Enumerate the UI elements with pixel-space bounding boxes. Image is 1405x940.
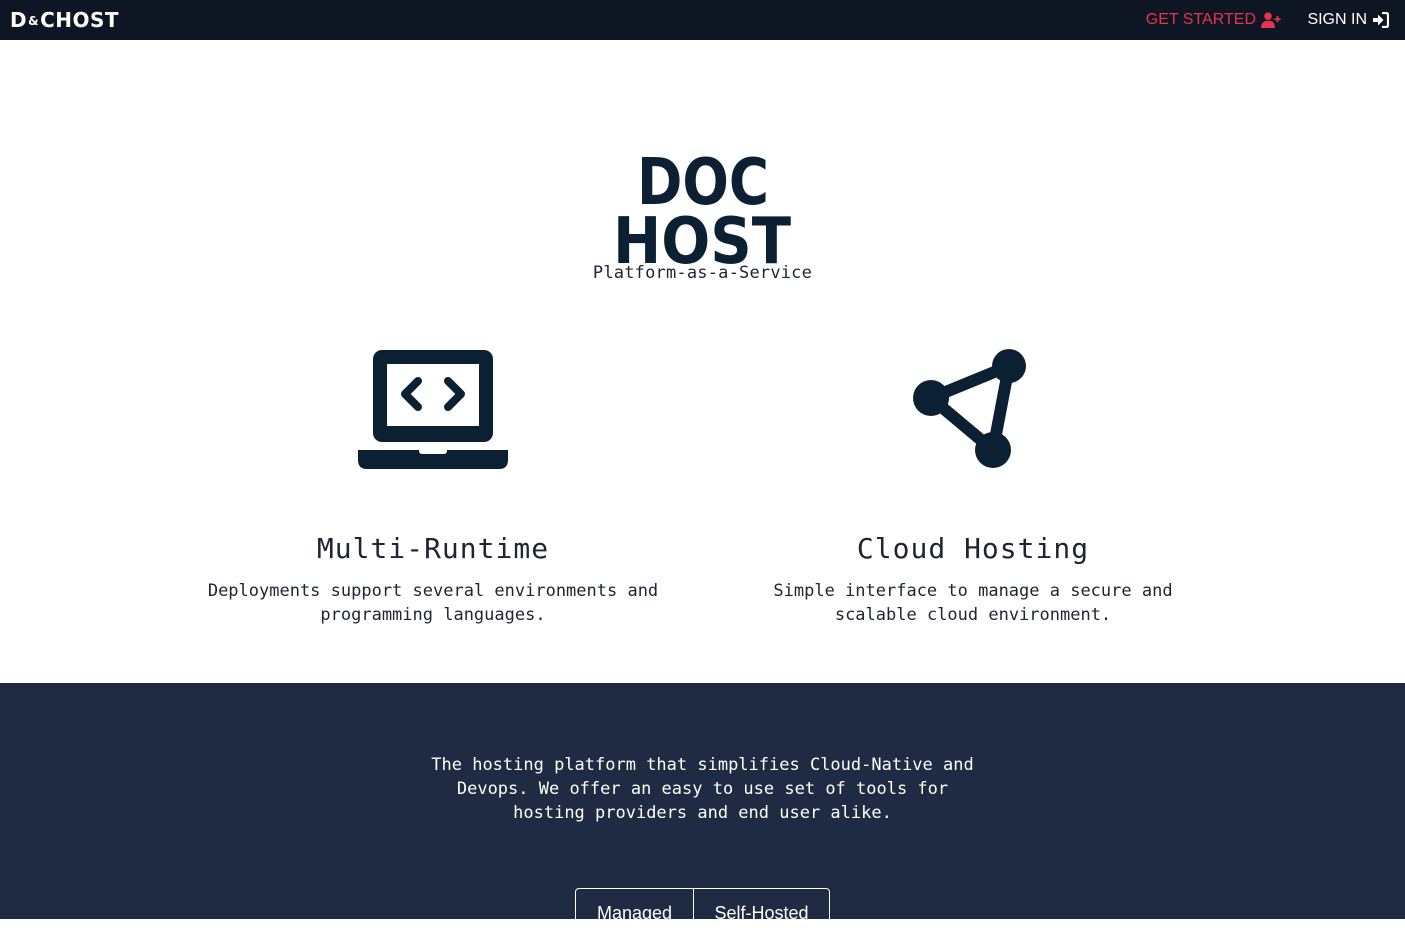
hosting-mode-toggle: Managed Self-Hosted bbox=[575, 888, 830, 940]
sign-in-label: SIGN IN bbox=[1307, 11, 1367, 28]
brand-rest: CHOST bbox=[40, 8, 120, 32]
feature-cloud-hosting: Cloud Hosting Simple interface to manage… bbox=[703, 340, 1243, 627]
sign-in-icon bbox=[1372, 12, 1389, 28]
logo-line-host: HOST bbox=[613, 205, 791, 266]
network-triangle-icon bbox=[703, 340, 1243, 480]
user-plus-icon bbox=[1261, 12, 1281, 28]
self-hosted-button[interactable]: Self-Hosted bbox=[693, 889, 829, 939]
managed-button[interactable]: Managed bbox=[576, 889, 693, 939]
feature-description: Deployments support several environments… bbox=[207, 581, 659, 625]
get-started-link[interactable]: GET STARTED bbox=[1146, 10, 1281, 30]
brand-letter-d: D bbox=[10, 8, 28, 32]
feature-title: Multi-Runtime bbox=[316, 532, 550, 565]
feature-title: Cloud Hosting bbox=[856, 532, 1090, 565]
get-started-label: GET STARTED bbox=[1145, 11, 1256, 28]
feature-multi-runtime: Multi-Runtime Deployments support severa… bbox=[163, 340, 703, 627]
dochost-logo: DOC HOST bbox=[603, 148, 803, 266]
hero-tagline: Platform-as-a-Service bbox=[592, 263, 813, 283]
sign-in-link[interactable]: SIGN IN bbox=[1307, 10, 1389, 30]
top-navbar: D & CHOST GET STARTED SIGN IN bbox=[0, 0, 1405, 40]
brand-logo[interactable]: D & CHOST bbox=[10, 8, 119, 32]
about-text: The hosting platform that simplifies Clo… bbox=[431, 755, 974, 823]
brand-ampersand: & bbox=[28, 14, 40, 28]
about-band: The hosting platform that simplifies Clo… bbox=[0, 683, 1405, 940]
feature-description: Simple interface to manage a secure and … bbox=[773, 581, 1173, 625]
laptop-code-icon bbox=[163, 340, 703, 480]
